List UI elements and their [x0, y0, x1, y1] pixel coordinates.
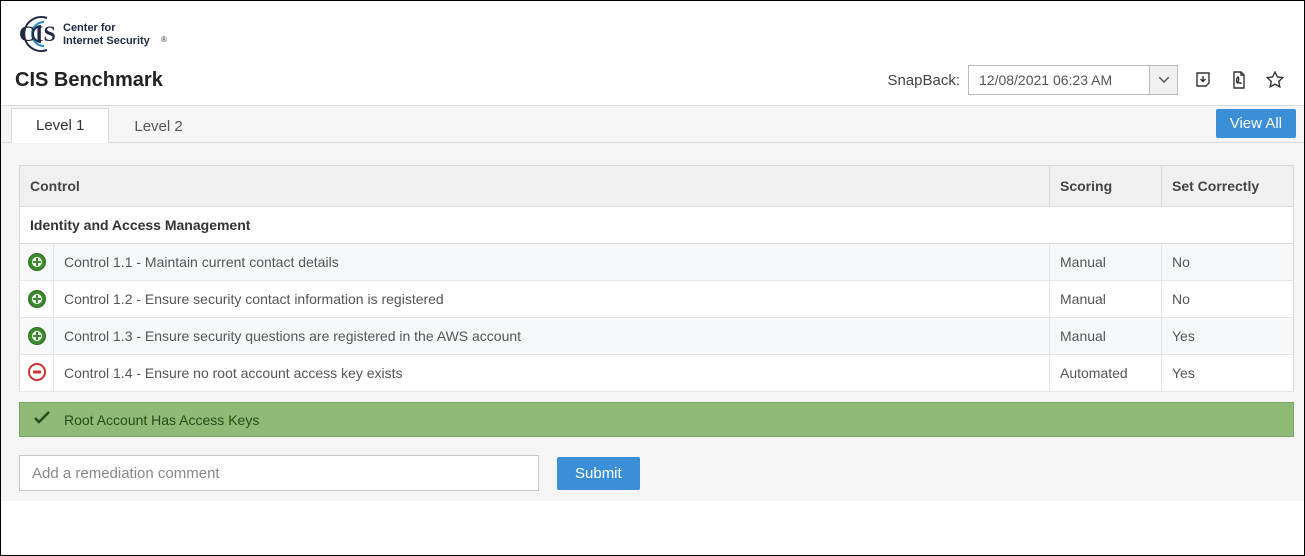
tab-level-1[interactable]: Level 1 [11, 108, 109, 143]
pdf-icon[interactable] [1228, 69, 1250, 91]
control-label: Control 1.4 - Ensure no root account acc… [54, 355, 1050, 392]
star-icon[interactable] [1264, 69, 1286, 91]
logo-sub2: Internet Security [63, 35, 151, 47]
set-value: Yes [1162, 355, 1294, 392]
control-label: Control 1.1 - Maintain current contact d… [54, 244, 1050, 281]
set-value: No [1162, 281, 1294, 318]
remediation-input[interactable] [19, 455, 539, 491]
expand-icon[interactable] [28, 327, 46, 345]
col-header-set: Set Correctly [1162, 166, 1294, 207]
snapback-label: SnapBack: [887, 72, 960, 89]
snapback-select[interactable]: 12/08/2021 06:23 AM [968, 65, 1178, 95]
scoring-value: Manual [1050, 318, 1162, 355]
snapback-value: 12/08/2021 06:23 AM [969, 72, 1122, 88]
logo-sub1: Center for [63, 22, 116, 34]
col-header-control: Control [20, 166, 1050, 207]
expand-icon[interactable] [28, 253, 46, 271]
control-label: Control 1.3 - Ensure security questions … [54, 318, 1050, 355]
view-all-button[interactable]: View All [1216, 109, 1296, 138]
collapse-icon[interactable] [28, 363, 46, 381]
logo-main: CIS [19, 21, 56, 46]
set-value: No [1162, 244, 1294, 281]
controls-table: Control Scoring Set Correctly Identity a… [19, 165, 1294, 392]
status-message: Root Account Has Access Keys [64, 412, 259, 428]
table-row[interactable]: Control 1.4 - Ensure no root account acc… [20, 355, 1294, 392]
set-value: Yes [1162, 318, 1294, 355]
tabs: Level 1 Level 2 View All [1, 105, 1304, 143]
section-heading-row: Identity and Access Management [20, 207, 1294, 244]
page-title: CIS Benchmark [15, 69, 163, 92]
section-heading: Identity and Access Management [20, 207, 1294, 244]
scoring-value: Manual [1050, 281, 1162, 318]
control-label: Control 1.2 - Ensure security contact in… [54, 281, 1050, 318]
check-icon [34, 411, 50, 428]
status-bar: Root Account Has Access Keys [19, 402, 1294, 437]
table-row[interactable]: Control 1.3 - Ensure security questions … [20, 318, 1294, 355]
table-row[interactable]: Control 1.2 - Ensure security contact in… [20, 281, 1294, 318]
chevron-down-icon[interactable] [1149, 66, 1177, 94]
logo-reg: ® [161, 35, 167, 44]
tab-level-2[interactable]: Level 2 [109, 109, 207, 143]
logo: CIS Center for Internet Security ® [1, 1, 1304, 65]
download-icon[interactable] [1192, 69, 1214, 91]
expand-icon[interactable] [28, 290, 46, 308]
col-header-scoring: Scoring [1050, 166, 1162, 207]
table-row[interactable]: Control 1.1 - Maintain current contact d… [20, 244, 1294, 281]
scoring-value: Manual [1050, 244, 1162, 281]
submit-button[interactable]: Submit [557, 457, 640, 490]
scoring-value: Automated [1050, 355, 1162, 392]
